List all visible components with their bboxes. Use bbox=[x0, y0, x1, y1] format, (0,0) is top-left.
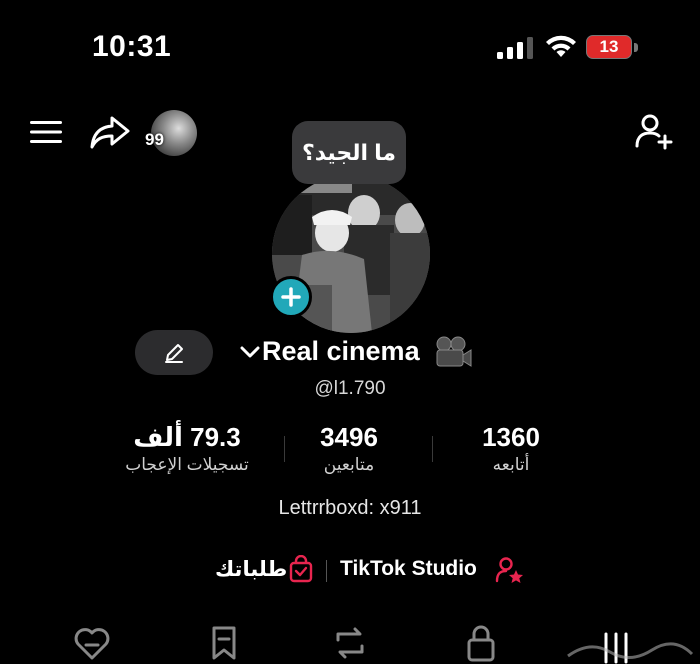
liked-heart-icon[interactable] bbox=[72, 622, 112, 664]
add-avatar-button[interactable] bbox=[270, 276, 312, 318]
stat-followers[interactable]: 3496 متابعين bbox=[259, 422, 439, 475]
following-label: أتابعه bbox=[492, 455, 530, 474]
wifi-icon bbox=[546, 35, 576, 57]
movie-camera-icon bbox=[436, 336, 472, 367]
orders-link[interactable]: طلباتك bbox=[215, 557, 287, 582]
followers-label: متابعين bbox=[323, 455, 375, 474]
shopping-bag-icon bbox=[289, 555, 313, 583]
bio: Lettrrboxd: x911 bbox=[278, 497, 422, 519]
likes-count: 79.3 ألف bbox=[133, 422, 241, 452]
story-views-count: 99 bbox=[145, 130, 164, 149]
status-bubble[interactable]: ما الجيد؟ bbox=[292, 121, 406, 184]
battery-indicator: 13 bbox=[586, 35, 640, 61]
likes-label: تسجيلات الإعجاب bbox=[125, 455, 249, 474]
status-time: 10:31 bbox=[92, 30, 172, 63]
favorites-icon[interactable] bbox=[205, 622, 245, 664]
username: @l1.790 bbox=[314, 378, 386, 399]
tiktok-studio-link[interactable]: TikTok Studio bbox=[340, 557, 477, 581]
battery-level: 13 bbox=[586, 35, 632, 59]
stat-following[interactable]: 1360 أتابعه bbox=[421, 422, 601, 475]
private-lock-icon[interactable] bbox=[461, 622, 501, 664]
reposts-icon[interactable] bbox=[330, 622, 370, 664]
following-count: 1360 bbox=[482, 422, 540, 452]
pencil-icon bbox=[165, 343, 183, 363]
links-divider bbox=[326, 560, 327, 582]
share-icon[interactable] bbox=[88, 112, 132, 152]
display-name[interactable]: Real cinema bbox=[262, 336, 420, 367]
plus-icon bbox=[281, 287, 301, 307]
edit-profile-button[interactable] bbox=[135, 330, 213, 375]
followers-count: 3496 bbox=[320, 422, 378, 452]
stat-likes[interactable]: 79.3 ألف تسجيلات الإعجاب bbox=[97, 422, 277, 475]
chevron-down-icon[interactable] bbox=[240, 344, 260, 360]
menu-icon[interactable] bbox=[28, 117, 64, 147]
add-friend-icon[interactable] bbox=[633, 112, 677, 152]
creator-star-icon bbox=[495, 557, 523, 583]
watermark-logo bbox=[567, 642, 694, 659]
cellular-signal-icon bbox=[497, 37, 533, 59]
